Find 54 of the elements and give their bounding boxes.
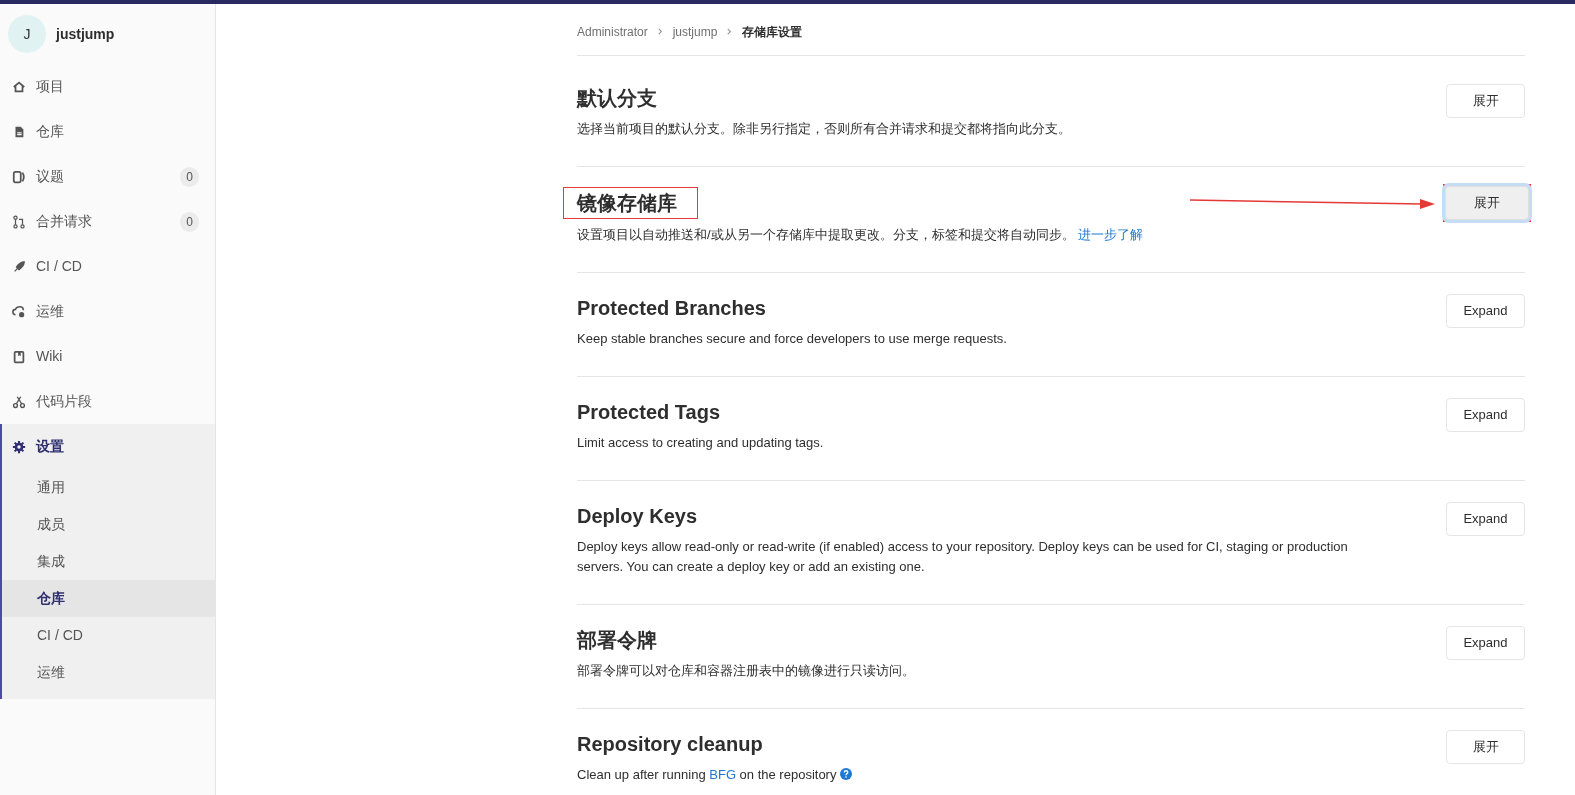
section-title: 默认分支 [577, 86, 657, 111]
count-badge: 0 [180, 166, 199, 187]
section-description: 部署令牌可以对仓库和容器注册表中的镜像进行只读访问。 [577, 662, 916, 680]
section-description: 设置项目以自动推送和/或从另一个存储库中提取更改。分支，标签和提交将自动同步。 进一步了解 [577, 226, 1145, 244]
section-description: Keep stable branches secure and force developers to use merge requests. [577, 330, 1008, 348]
house-icon [12, 79, 26, 94]
expand-button[interactable]: Expand [1446, 626, 1525, 660]
section-title: 部署令牌 [577, 628, 657, 653]
chevron-icon [656, 28, 664, 35]
sidebar-subitem[interactable]: 成员 [2, 506, 215, 543]
book-icon [12, 349, 26, 364]
help-link[interactable]: BFG [709, 767, 736, 782]
sidebar-item[interactable]: 设置 [2, 424, 215, 469]
sidebar-subitem[interactable]: 集成 [2, 543, 215, 580]
sidebar-item[interactable]: 仓库 [0, 109, 215, 154]
section-title: 镜像存储库 [563, 187, 698, 219]
help-icon[interactable] [840, 768, 853, 780]
breadcrumb-link[interactable]: 存储库设置 [742, 22, 803, 41]
expand-button[interactable]: 展开 [1446, 730, 1525, 764]
settings-icon [12, 439, 26, 454]
breadcrumb-link[interactable]: Administrator [577, 22, 648, 41]
expand-button[interactable]: 展开 [1445, 186, 1529, 220]
count-badge: 0 [180, 211, 199, 232]
sidebar-item[interactable]: 代码片段 [0, 379, 215, 424]
sidebar-item[interactable]: 合并请求 0 [0, 199, 215, 244]
section-description: Deploy keys allow read-only or read-write (if enabled) access to your repository. Deploy keys can be used for CI, staging or production servers. You can create a deploy key or add an existing one. [577, 538, 1349, 576]
sidebar-item[interactable]: 运维 [0, 289, 215, 334]
section-description: Clean up after running BFG on the repository [577, 765, 1427, 785]
sidebar-item[interactable]: 项目 [0, 64, 215, 109]
section-title: Repository cleanup [577, 732, 763, 757]
project-avatar: J [8, 15, 46, 53]
chevron-icon [726, 28, 734, 35]
issues-icon [12, 169, 26, 184]
section-title: Deploy Keys [577, 504, 698, 529]
scissors-icon [12, 394, 26, 409]
help-link[interactable]: 进一步了解 [1078, 227, 1144, 242]
sidebar-item[interactable]: 议题 0 [0, 154, 215, 199]
sidebar-item[interactable]: Wiki [0, 334, 215, 379]
sidebar-item[interactable]: CI / CD [0, 244, 215, 289]
project-name[interactable]: justjump [56, 23, 115, 45]
expand-button[interactable]: Expand [1446, 294, 1525, 328]
merge-request-icon [12, 214, 26, 229]
section-description: Limit access to creating and updating tags. [577, 434, 825, 452]
expand-button[interactable]: Expand [1446, 502, 1525, 536]
expand-button[interactable]: Expand [1446, 398, 1525, 432]
section-title: Protected Branches [577, 296, 766, 321]
section-description: 选择当前项目的默认分支。除非另行指定，否则所有合并请求和提交都将指向此分支。 [577, 120, 1072, 138]
sidebar-subitem[interactable]: 仓库 [2, 580, 215, 617]
expand-button[interactable]: 展开 [1446, 84, 1525, 118]
section-title: Protected Tags [577, 400, 720, 425]
sidebar-subitem[interactable]: 运维 [2, 654, 215, 691]
sidebar-subitem[interactable]: CI / CD [2, 617, 215, 654]
sidebar-subitem[interactable]: 通用 [2, 469, 215, 506]
breadcrumb-link[interactable]: justjump [672, 22, 718, 41]
